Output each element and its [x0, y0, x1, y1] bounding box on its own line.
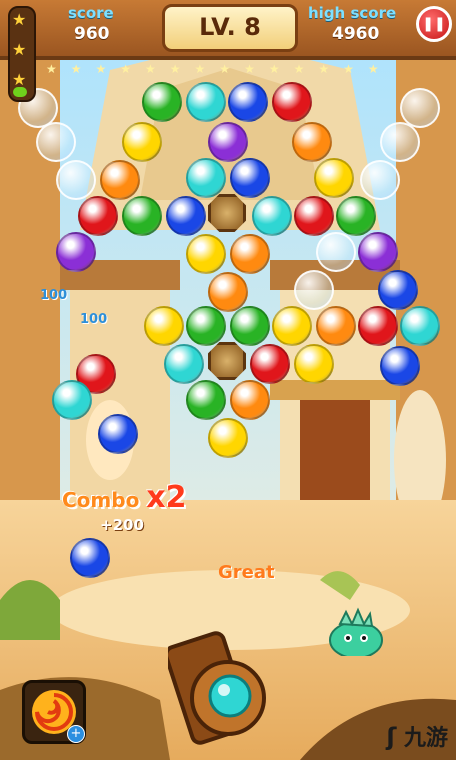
bubble-orange[interactable]	[292, 122, 332, 162]
add-icon[interactable]: +	[67, 725, 85, 743]
score-value: 960	[74, 24, 110, 44]
combo-points: +200	[100, 516, 144, 534]
bubble-red[interactable]	[250, 344, 290, 384]
bubble-blue[interactable]	[70, 538, 110, 578]
bubble-orange[interactable]	[208, 272, 248, 312]
bubble-yellow[interactable]	[272, 306, 312, 346]
bubble-blue[interactable]	[378, 270, 418, 310]
combo-label: Combo	[62, 488, 140, 512]
bubble-orange[interactable]	[316, 306, 356, 346]
bubble-launcher[interactable]	[168, 628, 288, 760]
powerup-button[interactable]: +	[22, 680, 86, 744]
star-icon: ★	[12, 40, 27, 59]
bubble-blue[interactable]	[228, 82, 268, 122]
score-popup: 100	[40, 288, 68, 303]
bubble-cyan[interactable]	[186, 82, 226, 122]
bubble-green[interactable]	[186, 380, 226, 420]
dragon-mascot	[329, 607, 383, 656]
bubble-cyan[interactable]	[186, 158, 226, 198]
combo-multiplier: x2	[146, 480, 187, 515]
star-progress-meter: ★ ★ ★	[8, 6, 36, 102]
bubble-blue[interactable]	[230, 158, 270, 198]
star-row: ★★★★★★★★★★★★★★	[46, 62, 393, 76]
bubble-yellow[interactable]	[314, 158, 354, 198]
bubble-yellow[interactable]	[186, 234, 226, 274]
bubble-yellow[interactable]	[122, 122, 162, 162]
bubble-green[interactable]	[142, 82, 182, 122]
bubble-red[interactable]	[272, 82, 312, 122]
bubble-green[interactable]	[230, 306, 270, 346]
bubble-green[interactable]	[122, 196, 162, 236]
star-icon: ★	[12, 10, 27, 29]
bubble-green[interactable]	[336, 196, 376, 236]
bubble-red[interactable]	[358, 306, 398, 346]
empty-bubble	[294, 270, 334, 310]
bubble-cyan[interactable]	[400, 306, 440, 346]
bubble-purple[interactable]	[358, 232, 398, 272]
watermark: ʃ 九游	[386, 720, 448, 752]
bubble-orange[interactable]	[230, 380, 270, 420]
bubble-cyan[interactable]	[252, 196, 292, 236]
pause-button[interactable]: ❚❚	[416, 6, 452, 42]
combo-text: Combo x2	[62, 480, 187, 515]
great-text: Great	[218, 562, 275, 583]
star-icon: ★	[12, 70, 27, 89]
bubble-blue[interactable]	[98, 414, 138, 454]
watermark-logo-icon: ʃ	[386, 723, 397, 751]
bubble-yellow[interactable]	[208, 418, 248, 458]
top-hud: ★ ★ ★ score 960 LV. 8 high score 4960 ❚❚	[0, 0, 456, 102]
bubble-yellow[interactable]	[294, 344, 334, 384]
bubble-orange[interactable]	[230, 234, 270, 274]
bubble-green[interactable]	[186, 306, 226, 346]
level-indicator: LV. 8	[162, 4, 298, 52]
score-label: score	[68, 4, 114, 22]
empty-bubble	[380, 122, 420, 162]
empty-bubble	[316, 232, 356, 272]
bubble-blue[interactable]	[166, 196, 206, 236]
bubble-blue[interactable]	[380, 346, 420, 386]
bubble-purple[interactable]	[208, 122, 248, 162]
empty-bubble	[56, 160, 96, 200]
bubble-orange[interactable]	[100, 160, 140, 200]
watermark-text: 九游	[403, 726, 448, 751]
high-score-value: 4960	[332, 24, 380, 44]
stone-block	[208, 342, 246, 380]
bubble-red[interactable]	[78, 196, 118, 236]
bubble-cyan[interactable]	[164, 344, 204, 384]
empty-bubble	[360, 160, 400, 200]
bubble-cyan[interactable]	[52, 380, 92, 420]
high-score-label: high score	[308, 4, 397, 22]
game-stage[interactable]: ★★★★★★★★★★★★★★ 100 100 Combo x2 +200 Gre…	[0, 0, 456, 760]
bubble-yellow[interactable]	[144, 306, 184, 346]
bubble-red[interactable]	[294, 196, 334, 236]
bubble-purple[interactable]	[56, 232, 96, 272]
empty-bubble	[36, 122, 76, 162]
score-popup: 100	[80, 312, 108, 327]
